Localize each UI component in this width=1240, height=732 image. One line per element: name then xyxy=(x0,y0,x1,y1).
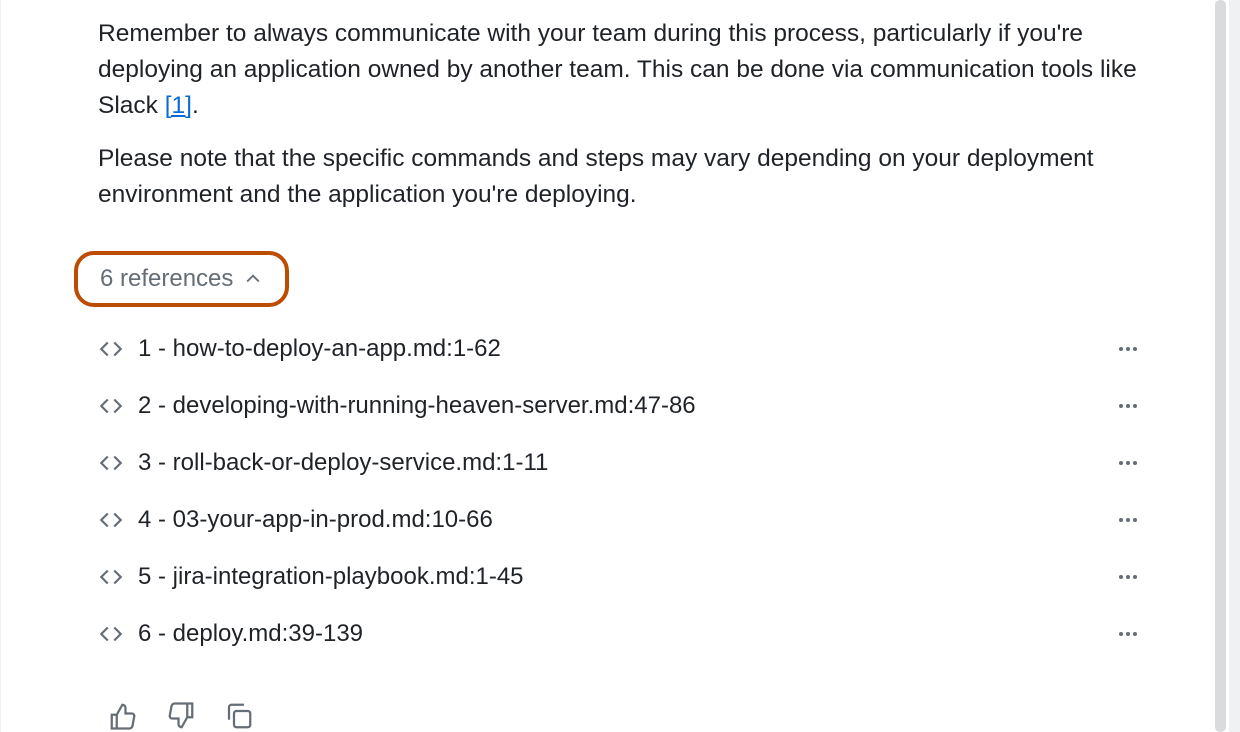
ellipsis-icon xyxy=(1116,337,1140,361)
references-list: 1 - how-to-deploy-an-app.md:1-62 2 - deve… xyxy=(98,321,1140,663)
copy-icon xyxy=(224,701,254,731)
reference-label: 2 - developing-with-running-heaven-serve… xyxy=(138,392,1110,420)
reference-label: 6 - deploy.md:39-139 xyxy=(138,620,1110,648)
outer-scrollbar-track xyxy=(1229,0,1240,732)
message-text: . xyxy=(192,92,199,119)
reference-more-button[interactable] xyxy=(1110,616,1146,652)
reference-label: 5 - jira-integration-playbook.md:1-45 xyxy=(138,563,1110,591)
ellipsis-icon xyxy=(1116,622,1140,646)
code-icon xyxy=(98,336,124,362)
message-paragraph-2: Please note that the specific commands a… xyxy=(98,141,1140,213)
chevron-up-icon xyxy=(243,269,263,289)
code-icon xyxy=(98,450,124,476)
inner-scrollbar-thumb[interactable] xyxy=(1215,0,1226,732)
reference-more-button[interactable] xyxy=(1110,388,1146,424)
code-icon xyxy=(98,507,124,533)
reference-item[interactable]: 3 - roll-back-or-deploy-service.md:1-11 xyxy=(98,435,1140,492)
code-icon xyxy=(98,393,124,419)
reference-item[interactable]: 1 - how-to-deploy-an-app.md:1-62 xyxy=(98,321,1140,378)
reference-label: 3 - roll-back-or-deploy-service.md:1-11 xyxy=(138,449,1110,477)
reference-more-button[interactable] xyxy=(1110,445,1146,481)
thumbs-up-icon xyxy=(108,701,138,731)
reference-item[interactable]: 2 - developing-with-running-heaven-serve… xyxy=(98,378,1140,435)
reference-item[interactable]: 6 - deploy.md:39-139 xyxy=(98,606,1140,663)
reference-more-button[interactable] xyxy=(1110,502,1146,538)
thumbs-up-button[interactable] xyxy=(106,699,140,732)
reference-item[interactable]: 5 - jira-integration-playbook.md:1-45 xyxy=(98,549,1140,606)
thumbs-down-button[interactable] xyxy=(164,699,198,732)
ellipsis-icon xyxy=(1116,565,1140,589)
message-paragraph-1: Remember to always communicate with your… xyxy=(98,16,1140,123)
chat-message-content: Remember to always communicate with your… xyxy=(28,0,1210,732)
ellipsis-icon xyxy=(1116,451,1140,475)
reference-more-button[interactable] xyxy=(1110,331,1146,367)
code-icon xyxy=(98,564,124,590)
message-text: Remember to always communicate with your… xyxy=(98,20,1137,119)
code-icon xyxy=(98,621,124,647)
reference-label: 4 - 03-your-app-in-prod.md:10-66 xyxy=(138,506,1110,534)
panel-left-edge xyxy=(0,0,28,732)
thumbs-down-icon xyxy=(166,701,196,731)
feedback-row xyxy=(106,699,1140,732)
ellipsis-icon xyxy=(1116,508,1140,532)
reference-item[interactable]: 4 - 03-your-app-in-prod.md:10-66 xyxy=(98,492,1140,549)
references-toggle-label: 6 references xyxy=(100,265,233,293)
reference-label: 1 - how-to-deploy-an-app.md:1-62 xyxy=(138,335,1110,363)
citation-link-1[interactable]: [1] xyxy=(165,92,192,119)
ellipsis-icon xyxy=(1116,394,1140,418)
reference-more-button[interactable] xyxy=(1110,559,1146,595)
references-toggle[interactable]: 6 references xyxy=(74,251,289,307)
copy-button[interactable] xyxy=(222,699,256,732)
